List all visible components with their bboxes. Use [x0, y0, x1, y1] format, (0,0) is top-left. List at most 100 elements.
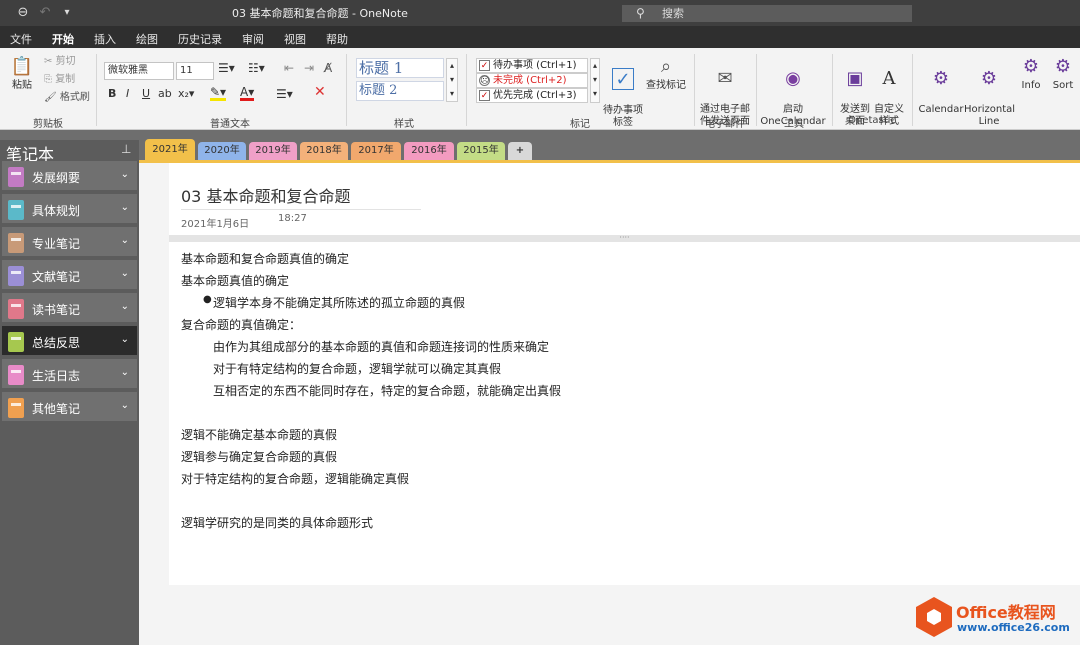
chevron-down-icon[interactable]: ⌄ — [121, 202, 129, 213]
notebook-item[interactable]: 其他笔记 ⌄ — [2, 392, 137, 423]
section-tab[interactable]: 2016年 — [404, 142, 454, 160]
chevron-down-icon[interactable]: ⌄ — [121, 169, 129, 180]
tab-file[interactable]: 文件 — [10, 31, 32, 47]
sort-button[interactable]: ⚙ Sort — [1048, 56, 1078, 92]
section-tab[interactable]: 2017年 — [351, 142, 401, 160]
bold-button[interactable]: B — [108, 88, 116, 100]
notebook-sidebar: 笔记本 ⊥ 发展纲要 ⌄ 具体规划 ⌄ 专业笔记 ⌄ 文献笔记 ⌄ 读书笔记 ⌄ 总结反思… — [0, 140, 139, 645]
tag-priority-label: 优先完成 (Ctrl+3) — [493, 90, 577, 101]
style-heading1[interactable]: 标题 1 — [356, 58, 444, 78]
highlight-icon[interactable]: ✎▾ — [210, 86, 227, 101]
section-tab-label: 2019年 — [255, 145, 291, 156]
tab-draw[interactable]: 绘图 — [136, 31, 158, 47]
note-line[interactable]: 由作为其组成部分的基本命题的真值和命题连接词的性质来确定 — [213, 338, 549, 355]
note-line[interactable]: 逻辑学本身不能确定其所陈述的孤立命题的真假 — [213, 294, 465, 311]
styles-scroll-icon[interactable]: ▴ ▾ ▾ — [446, 58, 458, 102]
chevron-down-icon[interactable]: ⌄ — [121, 301, 129, 312]
note-container-handle[interactable]: ···· — [169, 234, 1080, 242]
font-size-select[interactable]: 11 — [176, 62, 214, 80]
section-tab[interactable]: 2021年 — [145, 139, 195, 160]
calendar-button[interactable]: ⚙ Calendar — [918, 56, 964, 116]
add-section-button[interactable]: + — [508, 142, 532, 160]
tags-scroll-icon[interactable]: ▴ ▾ ▾ — [590, 58, 600, 103]
note-line[interactable]: 逻辑参与确定复合命题的真假 — [181, 448, 337, 465]
font-family-value: 微软雅黑 — [108, 65, 148, 76]
italic-button[interactable]: I — [126, 88, 129, 100]
chevron-down-icon[interactable]: ⌄ — [121, 334, 129, 345]
note-line[interactable]: 基本命题真值的确定 — [181, 272, 289, 289]
watermark: Office教程网 www.office26.com — [916, 595, 1080, 645]
tab-view[interactable]: 视图 — [284, 31, 306, 47]
tools-group-label: 工具 — [784, 119, 804, 130]
format-painter-button[interactable]: 🖌 格式刷 — [44, 92, 90, 104]
notebook-item[interactable]: 具体规划 ⌄ — [2, 194, 137, 225]
section-tab[interactable]: 2019年 — [249, 142, 297, 160]
copy-button[interactable]: ⎘ 复制 — [44, 74, 75, 86]
note-line[interactable]: 互相否定的东西不能同时存在，特定的复合命题，就能确定出真假 — [213, 382, 561, 399]
calendar-label: Calendar — [918, 104, 964, 115]
todo-tag-button[interactable]: ✓ 待办事项 标签 — [602, 56, 644, 129]
note-line[interactable]: 逻辑不能确定基本命题的真假 — [181, 426, 337, 443]
notebook-item[interactable]: 文献笔记 ⌄ — [2, 260, 137, 291]
tab-home[interactable]: 开始 — [52, 31, 74, 52]
underline-button[interactable]: U — [142, 88, 150, 100]
note-line[interactable]: 对于有特定结构的复合命题，逻辑学就可以确定其真假 — [213, 360, 501, 377]
subscript-icon[interactable]: x₂▾ — [178, 88, 194, 100]
info-button[interactable]: ⚙ Info — [1016, 56, 1046, 92]
pin-icon[interactable]: ⊥ — [121, 142, 131, 156]
note-line[interactable]: 复合命题的真值确定： — [181, 316, 301, 333]
bullet-list-icon[interactable]: ☰▾ — [218, 62, 235, 74]
tag-todo[interactable]: ✓ 待办事项 (Ctrl+1) — [476, 58, 588, 73]
send-to-desktop-icon: ▣ — [846, 68, 864, 89]
tab-review[interactable]: 审阅 — [242, 31, 264, 47]
format-painter-label: 格式刷 — [59, 92, 90, 103]
cut-label: 剪切 — [55, 56, 76, 67]
paste-button[interactable]: 📋 粘贴 — [8, 56, 36, 92]
strikethrough-icon[interactable]: ab — [158, 88, 172, 100]
chevron-down-icon[interactable]: ⌄ — [121, 268, 129, 279]
onecalendar-icon: ◉ — [785, 68, 801, 89]
tab-help[interactable]: 帮助 — [326, 31, 348, 47]
font-color-icon[interactable]: A▾ — [240, 86, 255, 101]
font-family-select[interactable]: 微软雅黑 — [104, 62, 174, 80]
tag-priority[interactable]: ✓ 优先完成 (Ctrl+3) — [476, 88, 588, 103]
note-line[interactable]: 基本命题和复合命题真值的确定 — [181, 250, 349, 267]
section-tab-label: 2016年 — [411, 145, 447, 156]
cut-button[interactable]: ✂ 剪切 — [44, 56, 76, 68]
tab-history[interactable]: 历史记录 — [178, 31, 222, 47]
numbered-list-icon[interactable]: ☷▾ — [248, 62, 265, 74]
chevron-down-icon[interactable]: ⌄ — [121, 400, 129, 411]
find-tags-icon: ⌕ — [660, 56, 672, 77]
increase-indent-icon[interactable]: ⇥ — [304, 62, 314, 74]
section-tab[interactable]: 2018年 — [300, 142, 348, 160]
horizontal-line-button[interactable]: ⚙ Horizontal Line — [964, 56, 1016, 128]
chevron-down-icon[interactable]: ⌄ — [121, 235, 129, 246]
delete-format-icon[interactable]: ✕ — [314, 85, 326, 99]
note-line[interactable]: 逻辑学研究的是同类的具体命题形式 — [181, 514, 373, 531]
checkmark-icon: ✓ — [612, 68, 634, 90]
search-input[interactable]: ⚲ 搜索 — [622, 5, 912, 22]
notebook-item[interactable]: 专业笔记 ⌄ — [2, 227, 137, 258]
page-title[interactable]: 03 基本命题和复合命题 — [181, 183, 350, 207]
decrease-indent-icon[interactable]: ⇤ — [284, 62, 294, 74]
section-tab[interactable]: 2015年 — [457, 142, 505, 160]
notebook-label: 读书笔记 — [32, 303, 81, 317]
clear-format-icon[interactable]: A̸ — [324, 62, 332, 74]
bullet-icon: ● — [203, 294, 212, 305]
note-line[interactable]: 对于特定结构的复合命题，逻辑能确定真假 — [181, 470, 409, 487]
chevron-down-icon[interactable]: ⌄ — [121, 367, 129, 378]
notebook-icon — [8, 233, 24, 253]
horizontal-line-label: Horizontal Line — [964, 104, 1016, 127]
notebook-item[interactable]: 生活日志 ⌄ — [2, 359, 137, 390]
style-heading2[interactable]: 标题 2 — [356, 81, 444, 101]
group-divider — [832, 54, 833, 126]
tag-incomplete[interactable]: ☹ 未完成 (Ctrl+2) — [476, 73, 588, 88]
find-tags-button[interactable]: ⌕ 查找标记 — [646, 56, 686, 92]
notebook-item[interactable]: 读书笔记 ⌄ — [2, 293, 137, 324]
section-tab[interactable]: 2020年 — [198, 142, 246, 160]
notebook-item[interactable]: 发展纲要 ⌄ — [2, 161, 137, 192]
page-content[interactable]: 03 基本命题和复合命题 2021年1月6日 18:27 ···· 基本命题和复… — [169, 163, 1080, 585]
tab-insert[interactable]: 插入 — [94, 31, 116, 47]
align-icon[interactable]: ☰▾ — [276, 88, 293, 100]
notebook-item[interactable]: 总结反思 ⌄ — [2, 326, 137, 357]
